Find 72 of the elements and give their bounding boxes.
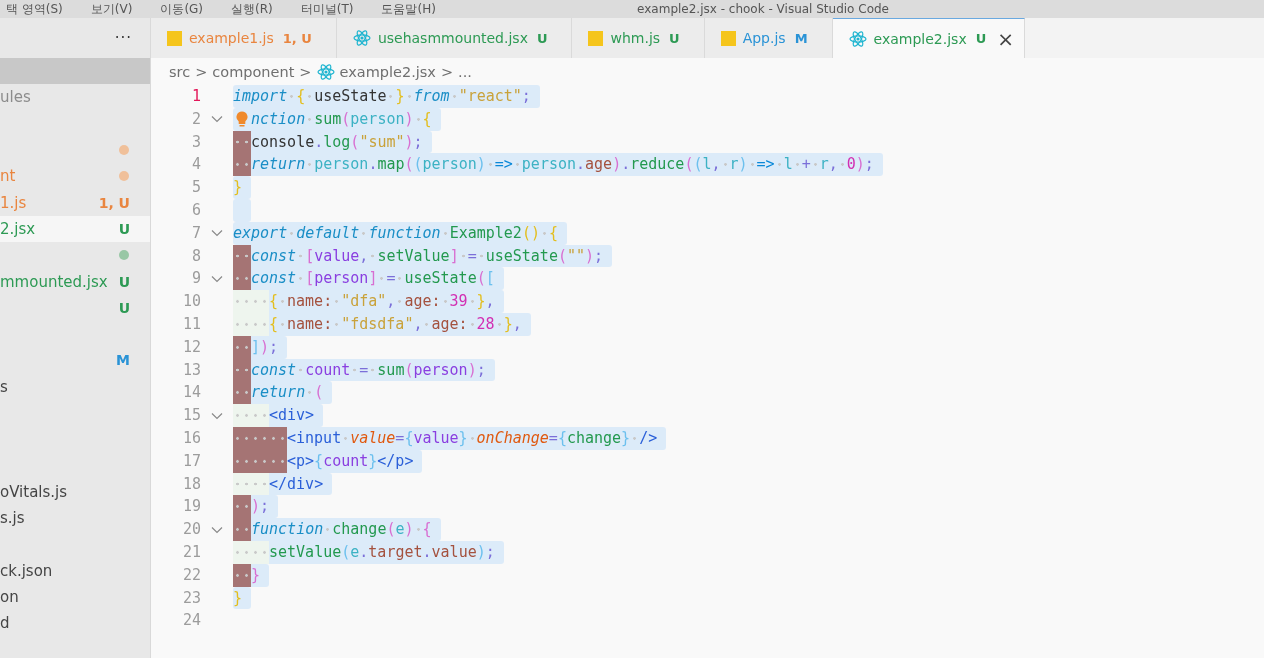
line-number: 6	[190, 200, 201, 221]
line-number: 4	[190, 154, 201, 176]
menu-item[interactable]: 택 영역(S)	[6, 0, 63, 18]
react-atom-icon	[352, 30, 371, 46]
file-name[interactable]: ules	[0, 88, 31, 107]
fold-chevron-icon[interactable]	[211, 229, 223, 238]
file-name[interactable]: d	[0, 614, 10, 633]
line-number: 21	[181, 541, 201, 563]
chevron-separator: >	[440, 63, 454, 80]
editor-tab[interactable]: whm.js U	[572, 18, 705, 58]
js-file-icon	[588, 30, 604, 46]
line-number: 20	[181, 519, 201, 541]
more-actions-button[interactable]: ···	[114, 29, 132, 47]
breadcrumb-item[interactable]: example2.jsx	[339, 63, 436, 80]
line-number: 24	[181, 610, 201, 632]
git-status-label: U	[118, 220, 130, 237]
line-number: 1	[190, 86, 201, 107]
chevron-separator: >	[195, 63, 208, 80]
git-status-label: U	[118, 299, 130, 316]
line-number: 12	[181, 336, 201, 358]
js-file-icon	[720, 30, 736, 46]
file-name[interactable]: s.js	[0, 509, 25, 528]
window-title: example2.jsx - chook - Visual Studio Code	[637, 2, 889, 16]
menu-item[interactable]: 터미널(T)	[300, 0, 354, 18]
line-number: 9	[190, 268, 201, 290]
fold-chevron-icon[interactable]	[211, 274, 223, 283]
react-atom-icon	[848, 30, 867, 47]
close-tab-button[interactable]: ×	[997, 28, 1014, 49]
editor-tab[interactable]: App.js M	[704, 18, 833, 58]
line-number: 18	[181, 473, 201, 495]
line-number: 5	[190, 177, 201, 199]
file-name[interactable]: 2.jsx	[0, 219, 36, 238]
chevron-separator: >	[299, 63, 312, 80]
line-number: 7	[190, 222, 201, 244]
file-name[interactable]: oVitals.js	[0, 482, 68, 501]
line-number: 14	[181, 382, 201, 404]
menu-item[interactable]: 보기(V)	[90, 0, 133, 18]
line-number: 13	[181, 359, 201, 381]
react-atom-icon	[316, 63, 335, 80]
file-name[interactable]: mmounted.jsx	[0, 272, 108, 291]
line-number: 8	[190, 245, 201, 267]
breadcrumb-item[interactable]: src	[169, 63, 191, 80]
line-number: 10	[181, 291, 201, 313]
fold-chevron-icon[interactable]	[211, 411, 223, 420]
line-number: 17	[181, 450, 201, 472]
breadcrumb-item[interactable]: component	[212, 63, 295, 80]
js-file-icon	[167, 30, 182, 46]
line-number: 3	[190, 131, 201, 153]
line-number: 19	[181, 496, 201, 518]
git-status-label: U	[118, 273, 130, 290]
line-number: 22	[181, 564, 201, 586]
file-tree-row[interactable]	[0, 58, 150, 85]
file-name[interactable]: on	[0, 588, 19, 607]
line-number: 23	[181, 587, 201, 609]
git-status-label: M	[116, 352, 130, 369]
editor-tab[interactable]: usehasmmounted.jsx U	[336, 18, 573, 58]
breadcrumb-item[interactable]: ...	[458, 63, 472, 80]
file-tree-row[interactable]: 2.jsx U	[0, 215, 150, 243]
git-status-label: 1, U	[98, 194, 130, 211]
line-number: 11	[181, 313, 201, 335]
fold-chevron-icon[interactable]	[211, 115, 223, 124]
fold-chevron-icon[interactable]	[211, 525, 223, 534]
file-name[interactable]: ck.json	[0, 561, 53, 580]
line-number: 15	[181, 405, 201, 427]
line-number: 2	[190, 108, 201, 130]
editor-tab[interactable]: example2.jsx U ×	[832, 18, 1025, 58]
file-name[interactable]: s	[0, 377, 8, 396]
menu-item[interactable]: 도움말(H)	[381, 0, 436, 18]
line-number: 16	[181, 427, 201, 449]
menu-item[interactable]: 실행(R)	[231, 0, 273, 18]
lightbulb-icon[interactable]	[236, 111, 248, 128]
menu-item[interactable]: 이동(G)	[160, 0, 204, 18]
